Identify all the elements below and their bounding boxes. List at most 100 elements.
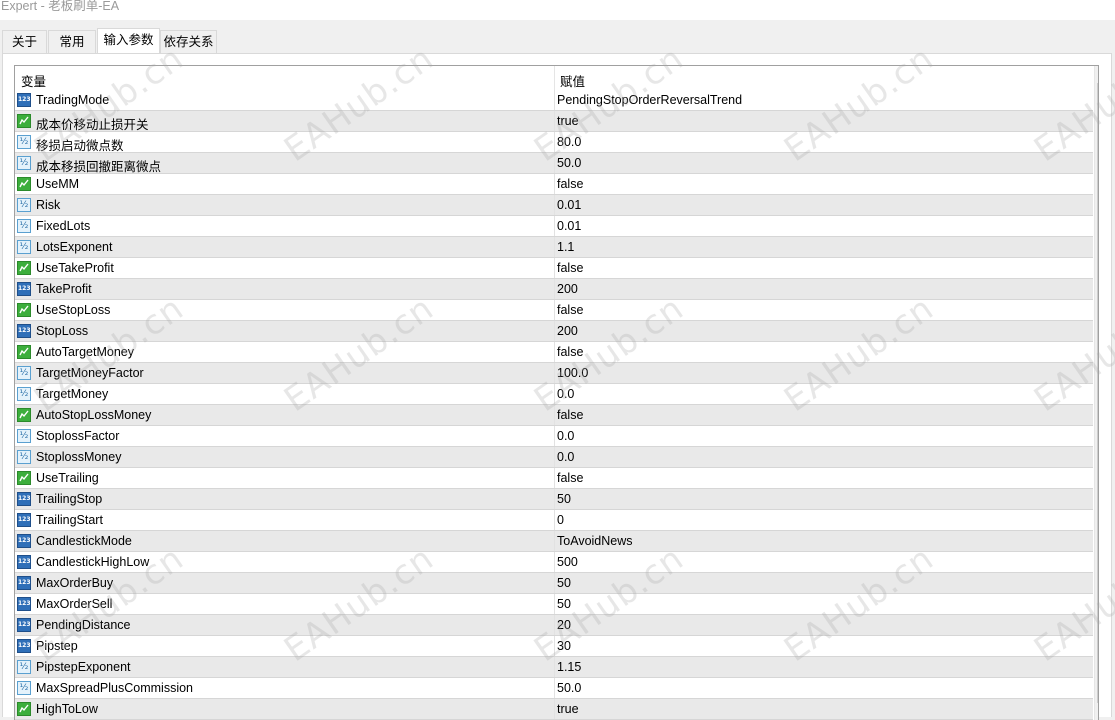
- parameter-value[interactable]: false: [557, 261, 583, 275]
- parameter-name: MaxSpreadPlusCommission: [36, 681, 194, 695]
- parameter-row[interactable]: UseStopLoss false: [15, 300, 1093, 321]
- parameter-value[interactable]: PendingStopOrderReversalTrend: [557, 93, 742, 107]
- column-divider: [554, 153, 555, 173]
- parameter-row[interactable]: CandlestickMode ToAvoidNews: [15, 531, 1093, 552]
- double-icon: [17, 450, 31, 464]
- vertical-scrollbar[interactable]: ▲: [1094, 66, 1098, 720]
- parameter-value[interactable]: 0.01: [557, 198, 581, 212]
- parameter-row[interactable]: UseMM false: [15, 174, 1093, 195]
- double-icon: [17, 660, 31, 674]
- parameter-name: AutoStopLossMoney: [36, 408, 152, 422]
- parameter-value[interactable]: 50.0: [557, 681, 581, 695]
- double-icon: [17, 135, 31, 149]
- parameter-value[interactable]: false: [557, 408, 583, 422]
- parameter-value[interactable]: 50: [557, 576, 571, 590]
- parameter-row[interactable]: TargetMoney 0.0: [15, 384, 1093, 405]
- parameter-row[interactable]: MaxSpreadPlusCommission 50.0: [15, 678, 1093, 699]
- parameter-row[interactable]: PendingDistance 20: [15, 615, 1093, 636]
- parameter-name: UseStopLoss: [36, 303, 111, 317]
- bool-icon: [17, 408, 31, 422]
- column-divider: [554, 489, 555, 509]
- int-icon: [17, 282, 31, 296]
- tab-dependencies[interactable]: 依存关系: [160, 30, 217, 53]
- parameter-row[interactable]: FixedLots 0.01: [15, 216, 1093, 237]
- parameter-value[interactable]: 0: [557, 513, 564, 527]
- parameter-value[interactable]: true: [557, 702, 579, 716]
- parameter-value[interactable]: 50: [557, 597, 571, 611]
- tab-common[interactable]: 常用: [48, 30, 96, 53]
- parameter-row[interactable]: UseTrailing false: [15, 468, 1093, 489]
- parameter-value[interactable]: false: [557, 345, 583, 359]
- bool-icon: [17, 702, 31, 716]
- parameter-row[interactable]: UseTakeProfit false: [15, 258, 1093, 279]
- scroll-up-arrow-icon[interactable]: ▲: [1095, 66, 1098, 83]
- parameter-value[interactable]: 100.0: [557, 366, 588, 380]
- parameter-row[interactable]: StoplossFactor 0.0: [15, 426, 1093, 447]
- column-divider: [554, 237, 555, 257]
- parameter-row[interactable]: TakeProfit 200: [15, 279, 1093, 300]
- parameter-row[interactable]: Pipstep 30: [15, 636, 1093, 657]
- parameter-value[interactable]: 200: [557, 324, 578, 338]
- parameter-name: PendingDistance: [36, 618, 131, 632]
- parameter-name: LotsExponent: [36, 240, 113, 254]
- parameter-row[interactable]: AutoTargetMoney false: [15, 342, 1093, 363]
- parameter-name: StopLoss: [36, 324, 89, 338]
- parameter-row[interactable]: TradingMode PendingStopOrderReversalTrend: [15, 90, 1093, 111]
- header-value[interactable]: 赋值: [560, 71, 585, 90]
- parameter-row[interactable]: MaxOrderSell 50: [15, 594, 1093, 615]
- parameter-value[interactable]: true: [557, 114, 579, 128]
- parameter-value[interactable]: false: [557, 177, 583, 191]
- parameter-value[interactable]: false: [557, 471, 583, 485]
- column-divider: [554, 132, 555, 152]
- parameter-name: PipstepExponent: [36, 660, 131, 674]
- parameter-row[interactable]: StopLoss 200: [15, 321, 1093, 342]
- parameter-row[interactable]: CandlestickHighLow 500: [15, 552, 1093, 573]
- parameter-value[interactable]: 50: [557, 492, 571, 506]
- parameter-value[interactable]: 50.0: [557, 156, 581, 170]
- parameter-value[interactable]: 0.01: [557, 219, 581, 233]
- parameter-value[interactable]: 20: [557, 618, 571, 632]
- scroll-thumb[interactable]: [1097, 83, 1098, 703]
- tab-input-parameters[interactable]: 输入参数: [97, 28, 160, 54]
- parameter-row[interactable]: Risk 0.01: [15, 195, 1093, 216]
- tab-panel: 变量 赋值 TradingMode PendingStopOrderReversa…: [2, 53, 1112, 720]
- parameter-row[interactable]: MaxOrderBuy 50: [15, 573, 1093, 594]
- header-variable[interactable]: 变量: [21, 71, 46, 90]
- parameter-value[interactable]: ToAvoidNews: [557, 534, 633, 548]
- column-divider: [554, 216, 555, 236]
- parameter-name: TakeProfit: [36, 282, 92, 296]
- parameter-row[interactable]: TrailingStop 50: [15, 489, 1093, 510]
- column-divider: [554, 552, 555, 572]
- parameter-row[interactable]: AutoStopLossMoney false: [15, 405, 1093, 426]
- parameter-value[interactable]: 1.1: [557, 240, 574, 254]
- parameter-row[interactable]: StoplossMoney 0.0: [15, 447, 1093, 468]
- int-icon: [17, 555, 31, 569]
- parameter-value[interactable]: false: [557, 303, 583, 317]
- parameter-name: HighToLow: [36, 702, 98, 716]
- header-divider[interactable]: [554, 66, 555, 90]
- grid-header: 变量 赋值: [15, 66, 1093, 90]
- column-divider: [554, 699, 555, 719]
- parameter-value[interactable]: 500: [557, 555, 578, 569]
- parameter-value[interactable]: 1.15: [557, 660, 581, 674]
- parameter-value[interactable]: 200: [557, 282, 578, 296]
- double-icon: [17, 240, 31, 254]
- parameter-row[interactable]: 成本价移动止损开关 true: [15, 111, 1093, 132]
- tab-about[interactable]: 关于: [2, 30, 47, 53]
- parameters-grid: 变量 赋值 TradingMode PendingStopOrderReversa…: [14, 65, 1099, 720]
- column-divider: [554, 174, 555, 194]
- parameter-row[interactable]: 成本移损回撤距离微点 50.0: [15, 153, 1093, 174]
- parameter-value[interactable]: 0.0: [557, 429, 574, 443]
- parameter-name: TargetMoneyFactor: [36, 366, 144, 380]
- column-divider: [554, 657, 555, 677]
- column-divider: [554, 426, 555, 446]
- parameter-value[interactable]: 0.0: [557, 450, 574, 464]
- parameter-row[interactable]: LotsExponent 1.1: [15, 237, 1093, 258]
- parameter-row[interactable]: TargetMoneyFactor 100.0: [15, 363, 1093, 384]
- parameter-value[interactable]: 30: [557, 639, 571, 653]
- parameter-value[interactable]: 80.0: [557, 135, 581, 149]
- parameter-row[interactable]: 移损启动微点数 80.0: [15, 132, 1093, 153]
- parameter-row[interactable]: PipstepExponent 1.15: [15, 657, 1093, 678]
- parameter-value[interactable]: 0.0: [557, 387, 574, 401]
- parameter-row[interactable]: TrailingStart 0: [15, 510, 1093, 531]
